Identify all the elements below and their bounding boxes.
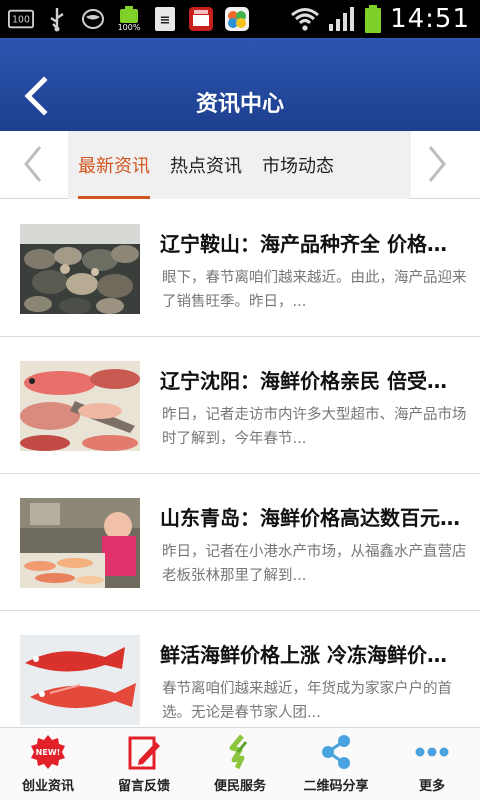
storage-100-icon: 100 bbox=[8, 6, 34, 32]
news-summary: 昨日，记者在小港水产市场，从福鑫水产直营店老板张林那里了解到... bbox=[162, 544, 467, 584]
nav-label: 便民服务 bbox=[213, 779, 266, 794]
share-icon bbox=[322, 735, 350, 769]
page-title: 资讯中心 bbox=[195, 92, 284, 117]
battery-icon bbox=[365, 5, 382, 33]
news-title: 辽宁沈阳：海鲜价格亲民 倍受青睐 bbox=[160, 369, 465, 393]
news-title: 鲜活海鲜价格上涨 冷冻海鲜价格平稳 bbox=[160, 643, 465, 667]
battery-100-icon: 100% bbox=[116, 6, 142, 32]
system-icons: 14:51 bbox=[290, 0, 470, 38]
nav-label: 留言反馈 bbox=[117, 779, 170, 794]
status-bar: 100 100% ≡ 14:51 bbox=[0, 0, 480, 38]
screen: 100 100% ≡ 14:51 资讯中心 最新资讯 热点资讯 市场动态 辽宁鞍… bbox=[0, 0, 480, 800]
service-leaf-icon bbox=[229, 734, 248, 770]
notification-icons: 100 100% ≡ bbox=[8, 4, 250, 34]
usb-icon bbox=[44, 6, 70, 32]
news-list: 辽宁鞍山：海产品种齐全 价格平稳 眼下，春节离咱们越来越近。由此，海产品迎来了销… bbox=[0, 200, 480, 727]
chevron-left-icon bbox=[24, 146, 42, 182]
svg-text:≡: ≡ bbox=[160, 13, 171, 28]
news-summary: 春节离咱们越来越近，年货成为家家户户的首选。无论是春节家人团... bbox=[162, 681, 452, 721]
tabs-strip: 最新资讯 热点资讯 市场动态 bbox=[68, 131, 411, 199]
news-summary: 昨日，记者走访市内许多大型超市、海产品市场时了解到，今年春节... bbox=[162, 407, 467, 447]
nav-more[interactable]: 更多 bbox=[384, 728, 480, 800]
tab-market-news[interactable]: 市场动态 bbox=[252, 131, 344, 199]
bottom-nav: NEW! 创业资讯 留言反馈 便民服务 二维码分享 更多 bbox=[0, 727, 480, 800]
nav-qr-share[interactable]: 二维码分享 bbox=[288, 728, 384, 800]
more-dots-icon bbox=[415, 747, 449, 757]
news-thumbnail bbox=[20, 224, 140, 314]
svg-text:100: 100 bbox=[12, 15, 30, 26]
tab-latest-news[interactable]: 最新资讯 bbox=[68, 131, 160, 199]
list-item[interactable]: 鲜活海鲜价格上涨 冷冻海鲜价格平稳 春节离咱们越来越近，年货成为家家户户的首选。… bbox=[0, 611, 480, 727]
news-app-icon bbox=[188, 6, 214, 32]
svg-text:NEW!: NEW! bbox=[36, 748, 61, 757]
news-thumbnail bbox=[20, 498, 140, 588]
flower-app-icon bbox=[224, 6, 250, 32]
list-item[interactable]: 辽宁鞍山：海产品种齐全 价格平稳 眼下，春节离咱们越来越近。由此，海产品迎来了销… bbox=[0, 200, 480, 337]
news-thumbnail bbox=[20, 361, 140, 451]
nav-label: 二维码分享 bbox=[303, 779, 369, 794]
new-badge-icon: NEW! bbox=[31, 735, 65, 769]
nav-label: 更多 bbox=[418, 779, 445, 794]
ime-icon: ≡ bbox=[152, 6, 178, 32]
list-item[interactable]: 辽宁沈阳：海鲜价格亲民 倍受青睐 昨日，记者走访市内许多大型超市、海产品市场时了… bbox=[0, 337, 480, 474]
chevron-right-icon bbox=[428, 146, 446, 182]
tabs-scroll-right-button[interactable] bbox=[422, 141, 462, 191]
nav-business-news[interactable]: NEW! 创业资讯 bbox=[0, 728, 96, 800]
news-title: 山东青岛：海鲜价格高达数百元一斤 bbox=[160, 506, 465, 530]
battery-percent-label: 100% bbox=[117, 23, 141, 32]
mask-icon bbox=[80, 6, 106, 32]
clock: 14:51 bbox=[390, 4, 470, 34]
nav-services[interactable]: 便民服务 bbox=[192, 728, 288, 800]
tabs-scroll-left-button[interactable] bbox=[18, 141, 58, 191]
edit-note-icon bbox=[128, 736, 160, 770]
news-summary: 眼下，春节离咱们越来越近。由此，海产品迎来了销售旺季。昨日，... bbox=[162, 270, 467, 310]
list-item[interactable]: 山东青岛：海鲜价格高达数百元一斤 昨日，记者在小港水产市场，从福鑫水产直营店老板… bbox=[0, 474, 480, 611]
app-header: 资讯中心 bbox=[0, 38, 480, 131]
news-title: 辽宁鞍山：海产品种齐全 价格平稳 bbox=[160, 232, 465, 256]
tab-hot-news[interactable]: 热点资讯 bbox=[160, 131, 252, 199]
tab-bar: 最新资讯 热点资讯 市场动态 bbox=[0, 131, 480, 199]
nav-label: 创业资讯 bbox=[21, 779, 74, 794]
signal-icon bbox=[329, 7, 355, 31]
nav-feedback[interactable]: 留言反馈 bbox=[96, 728, 192, 800]
news-thumbnail bbox=[20, 635, 140, 725]
wifi-icon bbox=[291, 8, 320, 31]
